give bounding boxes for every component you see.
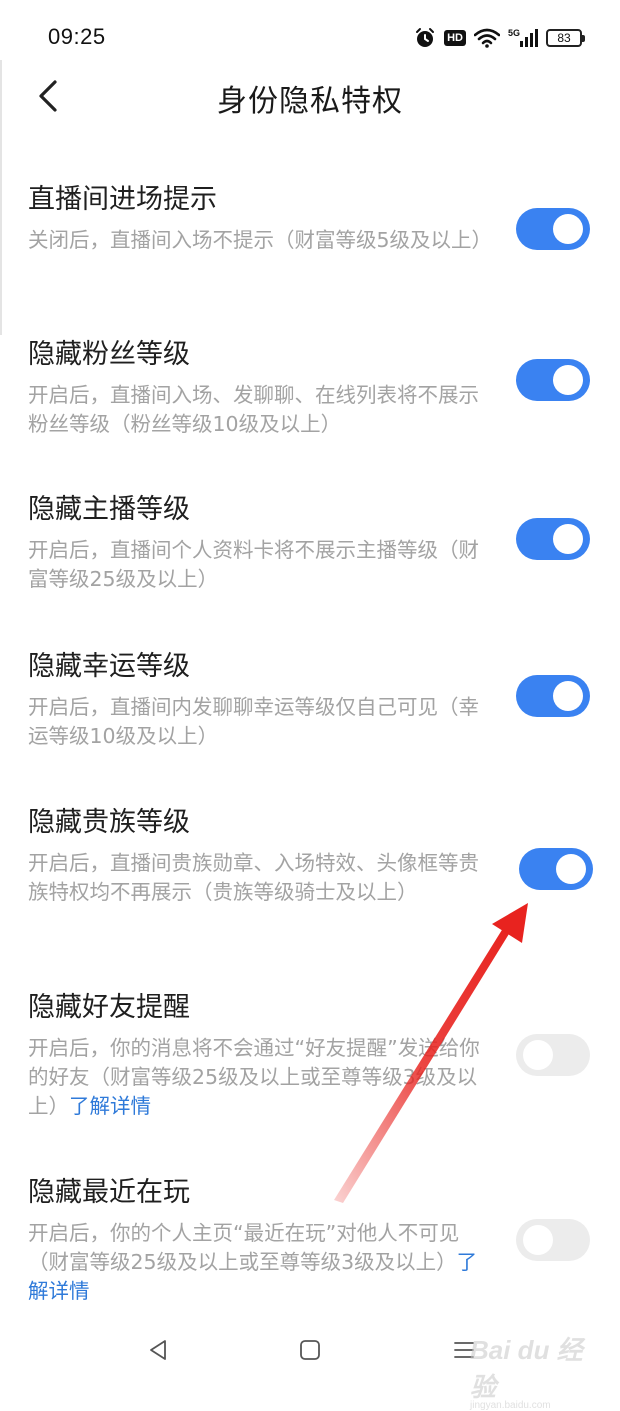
setting-title: 隐藏粉丝等级 bbox=[28, 339, 190, 370]
network-type-label: 5G bbox=[508, 28, 520, 38]
watermark-logo: Bai du 经验 bbox=[470, 1335, 583, 1402]
nav-back-button[interactable] bbox=[140, 1332, 176, 1368]
setting-description-text: 开启后，直播间贵族勋章、入场特效、头像框等贵族特权均不再展示（贵族等级骑士及以上… bbox=[28, 851, 479, 904]
setting-title: 隐藏贵族等级 bbox=[28, 807, 190, 838]
page-title: 身份隐私特权 bbox=[217, 84, 403, 119]
toggle-knob bbox=[553, 365, 583, 395]
toggle-hide-noble-level[interactable] bbox=[519, 848, 593, 890]
signal-icon: 5G bbox=[508, 27, 538, 49]
status-bar: 09:25 HD 5G 83 bbox=[0, 0, 620, 72]
setting-title: 隐藏主播等级 bbox=[28, 494, 190, 525]
setting-description-text: 开启后，直播间内发聊聊幸运等级仅自己可见（幸运等级10级及以上） bbox=[28, 695, 479, 748]
toggle-knob bbox=[556, 854, 586, 884]
back-triangle-icon bbox=[150, 1340, 166, 1360]
watermark: Bai du 经验 jingyan.baidu.com bbox=[470, 1330, 600, 1411]
learn-more-link[interactable]: 了解详情 bbox=[69, 1094, 151, 1118]
setting-description-text: 关闭后，直播间入场不提示（财富等级5级及以上） bbox=[28, 228, 493, 252]
setting-title: 隐藏最近在玩 bbox=[28, 1177, 190, 1208]
wifi-icon bbox=[474, 28, 500, 48]
setting-title: 直播间进场提示 bbox=[28, 184, 217, 215]
setting-description: 开启后，直播间贵族勋章、入场特效、头像框等贵族特权均不再展示（贵族等级骑士及以上… bbox=[28, 849, 490, 907]
setting-description-text: 开启后，直播间入场、发聊聊、在线列表将不展示粉丝等级（粉丝等级10级及以上） bbox=[28, 383, 479, 436]
home-square-icon bbox=[300, 1340, 320, 1360]
toggle-knob bbox=[553, 681, 583, 711]
battery-level: 83 bbox=[557, 31, 571, 45]
toggle-hide-anchor-level[interactable] bbox=[516, 518, 590, 560]
setting-title: 隐藏好友提醒 bbox=[28, 992, 190, 1023]
setting-description: 开启后，你的个人主页“最近在玩”对他人不可见（财富等级25级及以上或至尊等级3级… bbox=[28, 1219, 490, 1306]
toggle-hide-friend-reminder[interactable] bbox=[516, 1034, 590, 1076]
setting-description: 关闭后，直播间入场不提示（财富等级5级及以上） bbox=[28, 226, 493, 255]
setting-title: 隐藏幸运等级 bbox=[28, 651, 190, 682]
battery-icon: 83 bbox=[546, 29, 585, 47]
toggle-knob bbox=[523, 1040, 553, 1070]
setting-description: 开启后，直播间内发聊聊幸运等级仅自己可见（幸运等级10级及以上） bbox=[28, 693, 490, 751]
setting-description: 开启后，直播间个人资料卡将不展示主播等级（财富等级25级及以上） bbox=[28, 536, 490, 594]
watermark-url: jingyan.baidu.com bbox=[470, 1400, 551, 1411]
status-icons: HD 5G 83 bbox=[414, 24, 585, 52]
toggle-knob bbox=[553, 214, 583, 244]
setting-description-text: 开启后，直播间个人资料卡将不展示主播等级（财富等级25级及以上） bbox=[28, 538, 479, 591]
nav-home-button[interactable] bbox=[292, 1332, 328, 1368]
setting-description: 开启后，直播间入场、发聊聊、在线列表将不展示粉丝等级（粉丝等级10级及以上） bbox=[28, 381, 490, 439]
hd-icon: HD bbox=[444, 30, 466, 46]
toggle-knob bbox=[523, 1225, 553, 1255]
setting-description-text: 开启后，你的个人主页“最近在玩”对他人不可见（财富等级25级及以上或至尊等级3级… bbox=[28, 1221, 460, 1274]
toggle-hide-recently-played[interactable] bbox=[516, 1219, 590, 1261]
toggle-hide-fan-level[interactable] bbox=[516, 359, 590, 401]
setting-description: 开启后，你的消息将不会通过“好友提醒”发送给你的好友（财富等级25级及以上或至尊… bbox=[28, 1034, 490, 1121]
alarm-icon bbox=[414, 27, 436, 49]
toggle-knob bbox=[553, 524, 583, 554]
toggle-entry-notice[interactable] bbox=[516, 208, 590, 250]
header: 身份隐私特权 bbox=[0, 64, 620, 128]
toggle-hide-luck-level[interactable] bbox=[516, 675, 590, 717]
status-time: 09:25 bbox=[48, 24, 106, 49]
